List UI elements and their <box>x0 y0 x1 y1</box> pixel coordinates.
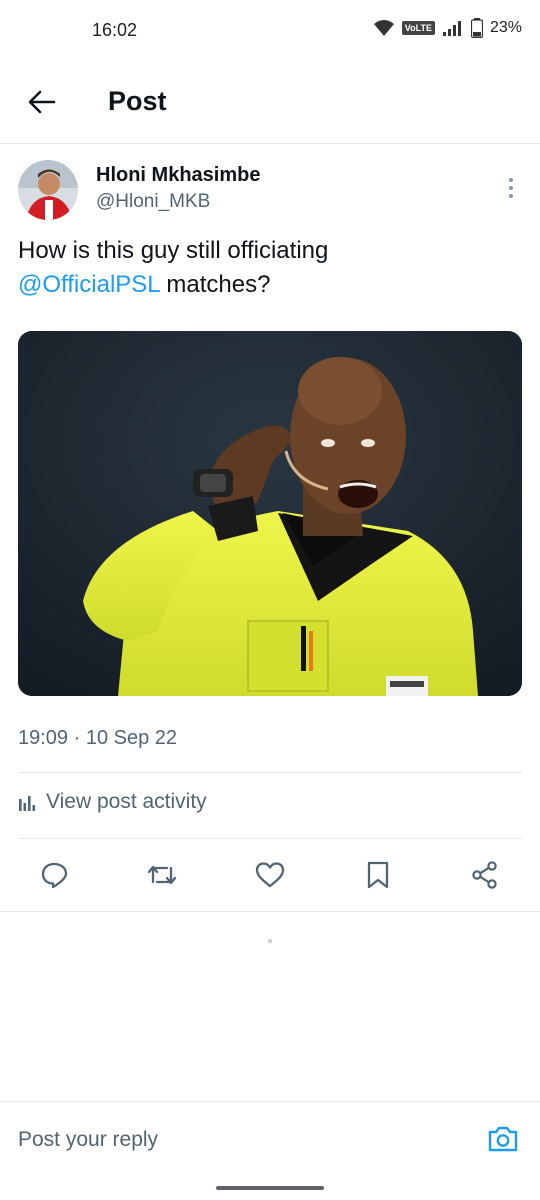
more-options-button[interactable] <box>500 174 522 202</box>
analytics-icon <box>19 796 36 811</box>
reply-button[interactable] <box>31 852 77 898</box>
page-title: Post <box>108 86 167 116</box>
divider <box>0 911 540 912</box>
author-handle[interactable]: @Hloni_MKB <box>96 191 210 213</box>
divider <box>18 772 522 773</box>
back-button[interactable] <box>24 84 60 120</box>
reply-composer: Post your reply <box>0 1101 540 1181</box>
like-button[interactable] <box>247 852 293 898</box>
loading-indicator <box>268 939 272 943</box>
status-bar: 16:02 VoLTE 23% <box>0 0 540 62</box>
repost-button[interactable] <box>139 852 185 898</box>
author-name[interactable]: Hloni Mkhasimbe <box>96 164 260 187</box>
post-text-body: How is this guy still officiating <box>18 237 329 264</box>
heart-icon <box>255 862 285 888</box>
status-time: 16:02 <box>92 20 138 40</box>
more-vertical-icon <box>509 178 513 182</box>
battery-icon <box>470 18 483 38</box>
camera-button[interactable] <box>486 1122 520 1156</box>
arrow-left-icon <box>28 90 56 114</box>
post-text-tail: matches? <box>159 271 271 298</box>
status-icons: VoLTE 23% <box>373 18 522 38</box>
reply-input[interactable]: Post your reply <box>18 1128 158 1152</box>
post-actions <box>0 852 540 898</box>
bookmark-icon <box>367 861 389 889</box>
comment-icon <box>41 862 68 889</box>
volte-badge: VoLTE <box>401 21 435 35</box>
top-app-bar: Post <box>0 62 540 144</box>
more-dot <box>509 194 513 198</box>
post-timestamp: 19:09 · 10 Sep 22 <box>18 727 178 749</box>
camera-icon <box>488 1126 518 1152</box>
post-author: Hloni Mkhasimbe @Hloni_MKB <box>18 160 522 224</box>
post-text: How is this guy still officiating @Offic… <box>18 234 522 302</box>
share-button[interactable] <box>462 852 508 898</box>
post-media-image[interactable] <box>18 331 522 696</box>
avatar[interactable] <box>18 160 78 220</box>
share-icon <box>472 861 497 889</box>
view-activity-label: View post activity <box>46 790 207 813</box>
more-dot <box>509 186 513 190</box>
mention-link[interactable]: @OfficialPSL <box>18 271 160 298</box>
view-post-activity[interactable]: View post activity <box>18 790 207 814</box>
bookmark-button[interactable] <box>355 852 401 898</box>
signal-icon <box>442 21 461 36</box>
battery-percent: 23% <box>489 19 522 36</box>
divider <box>18 838 522 839</box>
wifi-icon <box>373 20 394 36</box>
repost-icon <box>147 865 177 885</box>
home-indicator[interactable] <box>216 1186 324 1190</box>
